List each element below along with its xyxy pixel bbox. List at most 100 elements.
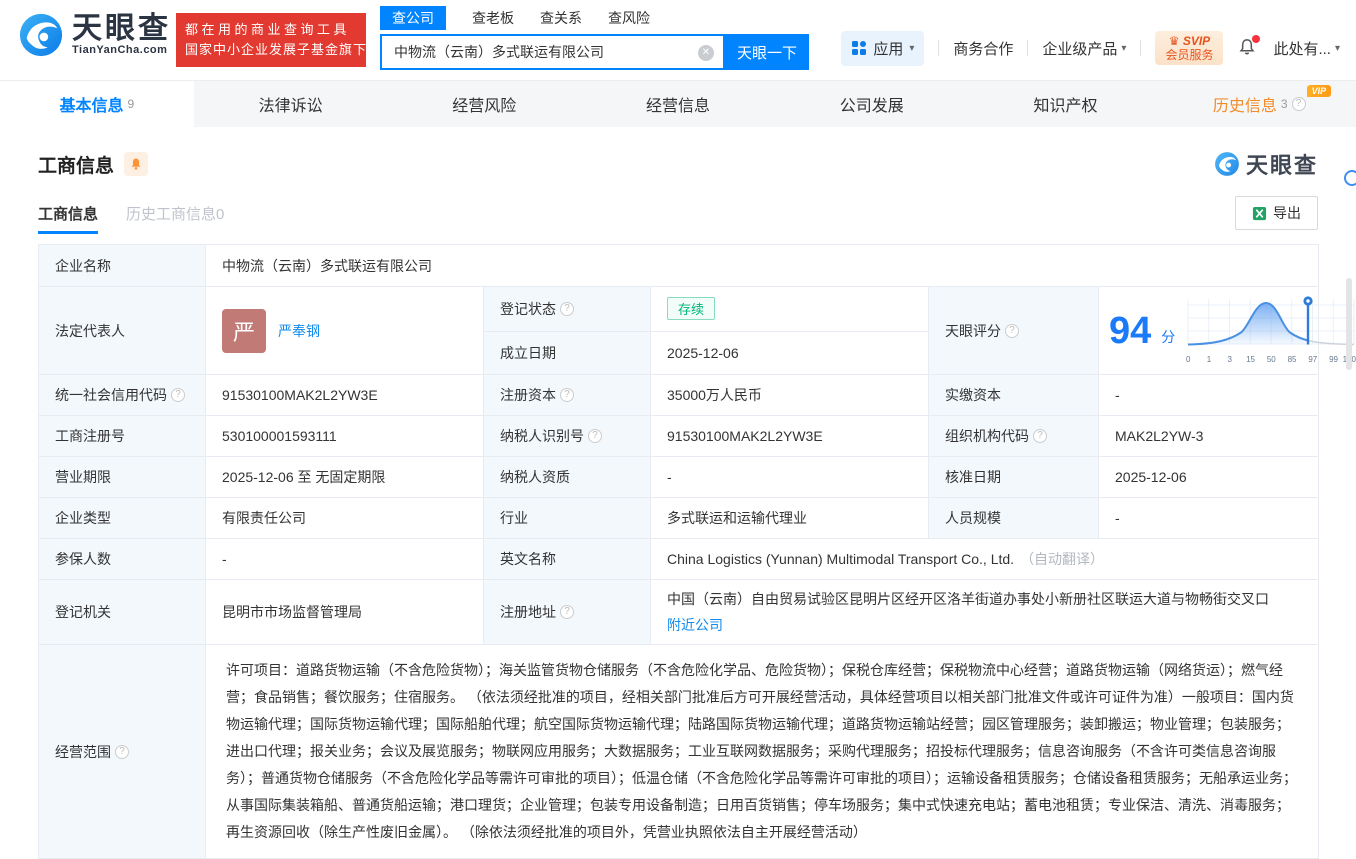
table-row: 统一社会信用代码? 91530100MAK2L2YW3E 注册资本? 35000… [39,375,1319,416]
svip-sub-label: 会员服务 [1165,48,1213,62]
search-tab-risk[interactable]: 查风险 [608,6,650,30]
label-business-scope: 经营范围? [39,645,206,859]
help-icon[interactable]: ? [560,388,574,402]
value-legal-rep: 严 严奉钢 [206,287,484,375]
clear-search-icon[interactable]: ✕ [698,45,714,61]
tab-operating-info[interactable]: 经营信息 [581,81,775,127]
chevron-down-icon: ▾ [1121,43,1126,54]
label-score: 天眼评分? [929,287,1099,375]
nearby-companies-link[interactable]: 附近公司 [667,617,723,633]
slogan-banner: 都在用的商业查询工具 国家中小企业发展子基金旗下机构 [176,13,366,67]
tab-legal-proceedings[interactable]: 法律诉讼 [194,81,388,127]
apps-menu[interactable]: 应用 ▾ [841,31,924,66]
help-icon[interactable]: ? [560,302,574,316]
svip-member-button[interactable]: ♛ SVIP 会员服务 [1155,31,1223,65]
table-row: 企业类型 有限责任公司 行业 多式联运和运输代理业 人员规模 - [39,498,1319,539]
label-credit-code: 统一社会信用代码? [39,375,206,416]
chevron-down-icon: ▾ [909,43,914,54]
label-org-code: 组织机构代码? [929,416,1099,457]
help-icon[interactable]: ? [588,429,602,443]
tab-count: 9 [128,97,135,111]
help-icon[interactable]: ? [115,745,129,759]
table-row: 企业名称 中物流（云南）多式联运有限公司 [39,245,1319,287]
auto-translate-note: （自动翻译） [1020,551,1104,567]
watermark-text: 天眼查 [1246,148,1318,180]
help-icon[interactable]: ? [1005,324,1019,338]
tab-operating-risk[interactable]: 经营风险 [387,81,581,127]
chart-axis-ticks: 0 1 3 15 50 85 97 99 100 [1185,355,1356,366]
help-icon[interactable]: ? [1033,429,1047,443]
help-icon[interactable]: ? [1292,97,1306,111]
legal-rep-link[interactable]: 严奉钢 [278,321,320,341]
search-tab-company[interactable]: 查公司 [380,6,446,30]
scrollbar-thumb[interactable] [1346,278,1352,370]
help-icon[interactable]: ? [171,388,185,402]
business-info-table: 企业名称 中物流（云南）多式联运有限公司 法定代表人 严 严奉钢 登记状态? 存… [38,244,1319,859]
value-establish-date: 2025-12-06 [651,331,929,374]
tab-history-info[interactable]: VIP 历史信息 3 ? [1162,81,1356,127]
label-establish-date: 成立日期 [484,331,651,374]
search-input[interactable] [382,36,723,68]
notification-bell-icon[interactable] [1237,37,1259,59]
label-approval-date: 核准日期 [929,457,1099,498]
brand-name: 天眼查 [72,14,171,44]
slogan-line2: 国家中小企业发展子基金旗下机构 [185,40,357,60]
table-row: 参保人数 - 英文名称 China Logistics (Yunnan) Mul… [39,539,1319,580]
value-company-type: 有限责任公司 [206,498,484,539]
notification-dot [1252,35,1260,43]
apps-label: 应用 [873,38,903,59]
tab-label: 经营风险 [452,92,516,116]
value-industry: 多式联运和运输代理业 [651,498,929,539]
svip-label: SVIP [1183,34,1210,48]
value-reg-address: 中国（云南）自由贸易试验区昆明片区经开区洛羊街道办事处小新册社区联运大道与物畅街… [651,580,1319,645]
value-taxpayer-quality: - [651,457,929,498]
export-button[interactable]: 导出 [1235,196,1318,230]
floating-widget-dot[interactable] [1344,170,1356,186]
search-tab-boss[interactable]: 查老板 [472,6,514,30]
value-credit-code: 91530100MAK2L2YW3E [206,375,484,416]
value-company-name: 中物流（云南）多式联运有限公司 [206,245,1319,287]
value-business-scope: 许可项目：道路货物运输（不含危险货物）；海关监管货物仓储服务（不含危险化学品、危… [206,645,1319,859]
export-label: 导出 [1273,203,1301,223]
top-header: 天眼查 TianYanCha.com 都在用的商业查询工具 国家中小企业发展子基… [0,0,1356,80]
value-taxpayer-id: 91530100MAK2L2YW3E [651,416,929,457]
label-taxpayer-id: 纳税人识别号? [484,416,651,457]
score-distribution-chart: 0 1 3 15 50 85 97 99 100 [1185,295,1356,366]
search-tab-relation[interactable]: 查关系 [540,6,582,30]
tab-label: 法律诉讼 [259,92,323,116]
brand-domain: TianYanCha.com [72,44,171,56]
tab-intellectual-property[interactable]: 知识产权 [969,81,1163,127]
subtab-history-business-info[interactable]: 历史工商信息0 [126,203,224,234]
subscribe-bell-icon[interactable] [124,152,148,176]
label-insured-count: 参保人数 [39,539,206,580]
label-reg-address: 注册地址? [484,580,651,645]
watermark-logo: 天眼查 [1214,148,1318,180]
tab-basic-info[interactable]: 基本信息 9 [0,81,194,127]
label-english-name: 英文名称 [484,539,651,580]
subtab-business-info[interactable]: 工商信息 [38,203,98,234]
table-row: 法定代表人 严 严奉钢 登记状态? 存续 天眼评分? 94 分 [39,287,1319,332]
nav-more[interactable]: 此处有... ▾ [1273,38,1340,59]
status-badge: 存续 [667,297,715,320]
tab-label: 知识产权 [1033,92,1097,116]
value-reg-authority: 昆明市市场监督管理局 [206,580,484,645]
search-button[interactable]: 天眼一下 [725,34,809,70]
tab-company-development[interactable]: 公司发展 [775,81,969,127]
tab-label: 经营信息 [646,92,710,116]
company-detail-tabs: 基本信息 9 法律诉讼 经营风险 经营信息 公司发展 知识产权 VIP 历史信息… [0,80,1356,127]
label-business-term: 营业期限 [39,457,206,498]
crown-icon: ♛ [1169,34,1180,48]
nav-cooperation[interactable]: 商务合作 [953,38,1013,59]
label-staff-size: 人员规模 [929,498,1099,539]
value-approval-date: 2025-12-06 [1099,457,1319,498]
legal-rep-avatar[interactable]: 严 [222,309,266,353]
divider [1140,40,1141,56]
help-icon[interactable]: ? [560,605,574,619]
main-content: 工商信息 天眼查 工商信息 历史工商信息0 [0,148,1356,859]
tianyancha-logo[interactable]: 天眼查 TianYanCha.com [18,12,171,58]
label-reg-authority: 登记机关 [39,580,206,645]
nav-enterprise-products[interactable]: 企业级产品 ▾ [1042,38,1126,59]
divider [1027,40,1028,56]
value-reg-number: 530100001593111 [206,416,484,457]
value-paid-capital: - [1099,375,1319,416]
